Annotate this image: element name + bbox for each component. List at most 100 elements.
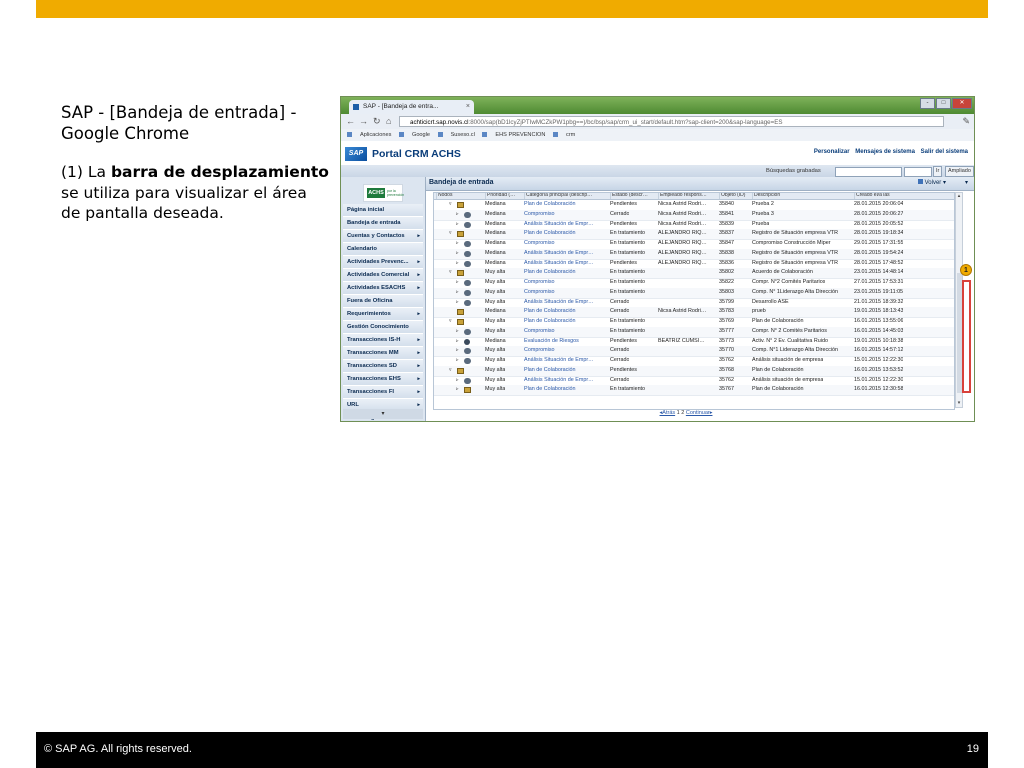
- saved-search-select[interactable]: [835, 167, 902, 177]
- column-header[interactable]: Descripción: [752, 193, 854, 199]
- expand-toggle-icon[interactable]: ▹: [456, 249, 459, 259]
- sidebar-scroll-down-icon[interactable]: ▾: [343, 409, 423, 419]
- bookmark-google[interactable]: Google: [398, 132, 430, 138]
- close-window-button[interactable]: ✕: [952, 98, 972, 109]
- maximize-button[interactable]: □: [936, 98, 951, 109]
- scroll-down-icon[interactable]: ▾: [956, 400, 962, 407]
- sidebar-item[interactable]: Cuentas y Contactos ▸: [343, 230, 423, 243]
- column-header[interactable]: Prioridad (…: [485, 193, 524, 199]
- bookmark-ehs[interactable]: EHS PREVENCION: [482, 132, 545, 138]
- browser-tab[interactable]: SAP - [Bandeja de entra... ×: [349, 100, 474, 114]
- back-button[interactable]: Volver ▾: [917, 179, 946, 186]
- pager-next[interactable]: Continuar▸: [686, 410, 713, 416]
- search-go-button[interactable]: Ir: [933, 166, 943, 177]
- sidebar-item[interactable]: Bandeja de entrada: [343, 217, 423, 230]
- wrench-menu-icon[interactable]: ✎: [962, 116, 970, 127]
- sidebar-item[interactable]: Actividades Comercial ▸: [343, 269, 423, 282]
- pager-pages[interactable]: 1 2: [677, 410, 685, 416]
- back-arrow-icon[interactable]: ←: [346, 116, 355, 127]
- sidebar-item[interactable]: Actividades Prevenc... ▸: [343, 256, 423, 269]
- cell-categoria[interactable]: Evaluación de Riesgos: [524, 337, 579, 346]
- expand-toggle-icon[interactable]: ▹: [456, 220, 459, 230]
- cell-categoria[interactable]: Plan de Colaboración: [524, 307, 576, 316]
- cell-categoria[interactable]: Compromiso: [524, 278, 555, 287]
- sidebar-item[interactable]: Requerimientos ▸: [343, 308, 423, 321]
- cell-categoria[interactable]: Análisis Situación de Empr…: [524, 298, 594, 307]
- scroll-up-icon[interactable]: ▴: [956, 193, 962, 200]
- cell-categoria[interactable]: Compromiso: [524, 346, 555, 355]
- expand-toggle-icon[interactable]: ▹: [456, 385, 459, 395]
- expand-toggle-icon[interactable]: ▿: [449, 366, 452, 376]
- expand-toggle-icon[interactable]: ▿: [449, 200, 452, 210]
- column-header[interactable]: Categoría principal (descrip…: [524, 193, 610, 199]
- expand-toggle-icon[interactable]: ▹: [456, 346, 459, 356]
- cell-prioridad: Mediana: [485, 259, 506, 266]
- expand-toggle-icon[interactable]: ▹: [456, 210, 459, 220]
- column-header[interactable]: Empleado respons…: [658, 193, 719, 199]
- cell-categoria[interactable]: Compromiso: [524, 239, 555, 248]
- salir-link[interactable]: Salir del sistema: [921, 149, 968, 155]
- tab-close-icon[interactable]: ×: [466, 100, 470, 114]
- sidebar-item[interactable]: Transacciones EHS ▸: [343, 373, 423, 386]
- sidebar-item[interactable]: Transacciones IS-H ▸: [343, 334, 423, 347]
- cell-categoria[interactable]: Plan de Colaboración: [524, 229, 576, 238]
- cell-categoria[interactable]: Análisis Situación de Empr…: [524, 249, 594, 258]
- sidebar-item[interactable]: Fuera de Oficina: [343, 295, 423, 308]
- column-header[interactable]: Objeto (ID): [719, 193, 752, 199]
- expand-toggle-icon[interactable]: ▿: [449, 229, 452, 239]
- sidebar-item[interactable]: Transacciones FI ▸: [343, 386, 423, 399]
- personalizar-link[interactable]: Personalizar: [814, 149, 850, 155]
- expand-toggle-icon[interactable]: ▿: [449, 317, 452, 327]
- reload-icon[interactable]: ↻: [373, 116, 381, 127]
- cell-prioridad: Mediana: [485, 230, 506, 237]
- table-row[interactable]: ▹ Muy alta Plan de Colaboración En tratamie…: [434, 385, 954, 396]
- bookmark-suseso[interactable]: Suseso.cl: [437, 132, 475, 138]
- cell-creado: 16.01.2015 14:45:03: [854, 327, 904, 334]
- pager-prev[interactable]: ◂Atrás: [660, 410, 676, 416]
- expand-toggle-icon[interactable]: ▹: [456, 327, 459, 337]
- cell-categoria[interactable]: Plan de Colaboración: [524, 200, 576, 209]
- cell-creado: 15.01.2015 12:22:30: [854, 376, 904, 383]
- expand-toggle-icon[interactable]: ▹: [456, 278, 459, 288]
- mensajes-link[interactable]: Mensajes de sistema: [855, 149, 915, 155]
- advanced-search-button[interactable]: Ampliado: [945, 166, 974, 177]
- sidebar-item[interactable]: Página inicial: [343, 204, 423, 217]
- forward-arrow-icon[interactable]: →: [359, 116, 368, 127]
- cell-categoria[interactable]: Plan de Colaboración: [524, 317, 576, 326]
- column-header[interactable]: Estado (descr…: [610, 193, 658, 199]
- cell-categoria[interactable]: Análisis Situación de Empr…: [524, 259, 594, 268]
- cell-categoria[interactable]: Análisis Situación de Empr…: [524, 220, 594, 229]
- cell-categoria[interactable]: Compromiso: [524, 210, 555, 219]
- expand-toggle-icon[interactable]: ▹: [456, 298, 459, 308]
- minimize-button[interactable]: -: [920, 98, 935, 109]
- home-icon[interactable]: ⌂: [386, 116, 391, 127]
- window-menu-icon[interactable]: ▾: [965, 179, 968, 186]
- cell-categoria[interactable]: Compromiso: [524, 288, 555, 297]
- cell-categoria[interactable]: Plan de Colaboración: [524, 385, 576, 394]
- expand-toggle-icon[interactable]: ▹: [456, 376, 459, 386]
- expand-toggle-icon[interactable]: ▹: [456, 356, 459, 366]
- cell-prioridad: Muy alta: [485, 357, 506, 363]
- saved-search-input[interactable]: [904, 167, 932, 177]
- cell-categoria[interactable]: Compromiso: [524, 327, 555, 336]
- column-header[interactable]: Nodos: [436, 193, 485, 199]
- expand-toggle-icon[interactable]: ▹: [456, 239, 459, 249]
- cell-categoria[interactable]: Análisis Situación de Empr…: [524, 376, 594, 385]
- bookmark-aplicaciones[interactable]: Aplicaciones: [347, 132, 391, 138]
- expand-toggle-icon[interactable]: ▿: [449, 268, 452, 278]
- cell-categoria[interactable]: Plan de Colaboración: [524, 366, 576, 375]
- expand-toggle-icon[interactable]: ▹: [456, 259, 459, 269]
- expand-toggle-icon[interactable]: ▹: [456, 288, 459, 298]
- sidebar-item[interactable]: Transacciones MM ▸: [343, 347, 423, 360]
- url-field[interactable]: achticicrt.sap.novis.cl:8000/sap(bD1lcyZ…: [399, 116, 944, 127]
- column-header[interactable]: Creado el/a las: [854, 193, 924, 199]
- cell-categoria[interactable]: Plan de Colaboración: [524, 268, 576, 277]
- sidebar-item[interactable]: Actividades ESACHS ▸: [343, 282, 423, 295]
- cell-creado: 16.01.2015 12:30:58: [854, 386, 904, 393]
- bookmark-crm[interactable]: crm: [553, 132, 575, 138]
- sidebar-item[interactable]: Transacciones SD ▸: [343, 360, 423, 373]
- cell-categoria[interactable]: Análisis Situación de Empr…: [524, 356, 594, 365]
- sidebar-item[interactable]: Calendario: [343, 243, 423, 256]
- sidebar-item[interactable]: Gestión Conocimiento: [343, 321, 423, 334]
- expand-toggle-icon[interactable]: ▹: [456, 337, 459, 347]
